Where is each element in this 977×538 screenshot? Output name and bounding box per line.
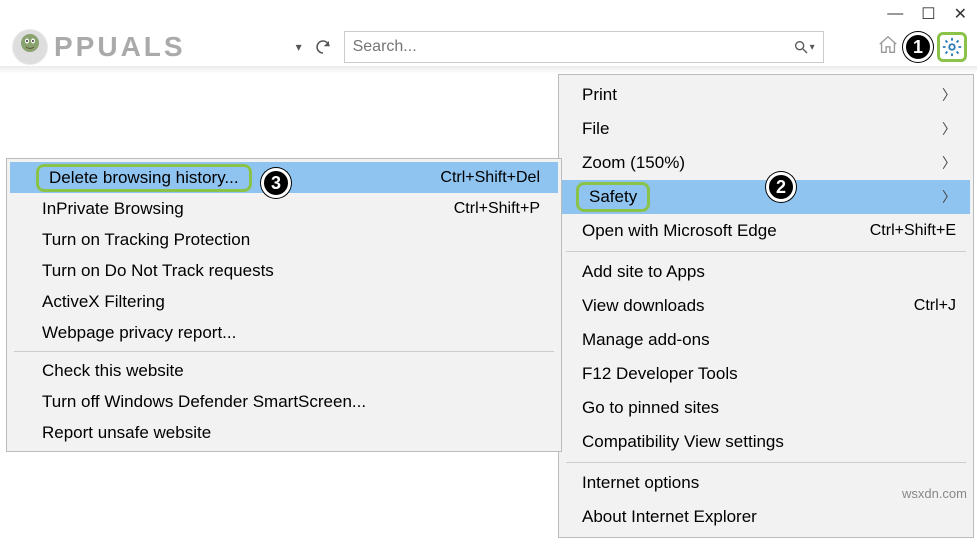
callout-1: 1 — [903, 32, 933, 62]
safety-submenu: Delete browsing history... Ctrl+Shift+De… — [6, 158, 562, 452]
logo-icon — [12, 29, 48, 65]
search-input[interactable] — [353, 38, 793, 56]
navigation-area: ▾ — [296, 38, 332, 56]
tools-menu: Print〉 File〉 Zoom (150%)〉 Safety 〉 Open … — [558, 74, 974, 538]
delete-history-highlight: Delete browsing history... — [36, 164, 252, 192]
submenu-activex[interactable]: ActiveX Filtering — [10, 286, 558, 317]
callout-3: 3 — [261, 168, 291, 198]
chevron-right-icon: 〉 — [930, 153, 956, 173]
submenu-smartscreen[interactable]: Turn off Windows Defender SmartScreen... — [10, 386, 558, 417]
toolbar-shadow — [0, 66, 977, 74]
toolbar-icons: 1 — [877, 32, 967, 62]
menu-file[interactable]: File〉 — [562, 112, 970, 146]
watermark: wsxdn.com — [902, 486, 967, 501]
submenu-dnt[interactable]: Turn on Do Not Track requests — [10, 255, 558, 286]
menu-separator — [14, 351, 554, 352]
chevron-right-icon: 〉 — [930, 85, 956, 105]
browser-toolbar: PPUALS ▾ ▾ 1 — [0, 28, 977, 66]
gear-icon[interactable] — [941, 36, 963, 58]
submenu-tracking[interactable]: Turn on Tracking Protection — [10, 224, 558, 255]
submenu-check-website[interactable]: Check this website — [10, 355, 558, 386]
chevron-right-icon: 〉 — [930, 119, 956, 139]
window-controls: — ☐ ✕ — [887, 4, 967, 24]
safety-highlight: Safety — [576, 182, 650, 212]
menu-f12[interactable]: F12 Developer Tools — [562, 357, 970, 391]
refresh-button[interactable] — [314, 38, 332, 56]
menu-pinned[interactable]: Go to pinned sites — [562, 391, 970, 425]
menu-zoom[interactable]: Zoom (150%)〉 — [562, 146, 970, 180]
close-button[interactable]: ✕ — [954, 4, 967, 24]
menu-add-site[interactable]: Add site to Apps — [562, 255, 970, 289]
menu-separator — [566, 251, 966, 252]
home-icon[interactable] — [877, 34, 899, 61]
logo-text: PPUALS — [54, 31, 186, 63]
menu-about[interactable]: About Internet Explorer — [562, 500, 970, 534]
maximize-button[interactable]: ☐ — [921, 4, 935, 24]
dropdown-icon[interactable]: ▾ — [296, 40, 302, 54]
menu-compat[interactable]: Compatibility View settings — [562, 425, 970, 459]
chevron-right-icon: 〉 — [930, 187, 956, 207]
site-logo: PPUALS — [0, 29, 186, 65]
submenu-report-unsafe[interactable]: Report unsafe website — [10, 417, 558, 448]
minimize-button[interactable]: — — [887, 5, 903, 23]
tools-gear-highlight — [937, 32, 967, 62]
menu-open-edge[interactable]: Open with Microsoft EdgeCtrl+Shift+E — [562, 214, 970, 248]
submenu-privacy-report[interactable]: Webpage privacy report... — [10, 317, 558, 348]
menu-manage-addons[interactable]: Manage add-ons — [562, 323, 970, 357]
menu-print[interactable]: Print〉 — [562, 78, 970, 112]
submenu-inprivate[interactable]: InPrivate BrowsingCtrl+Shift+P — [10, 193, 558, 224]
menu-separator — [566, 462, 966, 463]
search-box[interactable]: ▾ — [344, 31, 824, 63]
callout-2: 2 — [766, 172, 796, 202]
menu-view-downloads[interactable]: View downloadsCtrl+J — [562, 289, 970, 323]
search-icon[interactable]: ▾ — [793, 39, 815, 55]
